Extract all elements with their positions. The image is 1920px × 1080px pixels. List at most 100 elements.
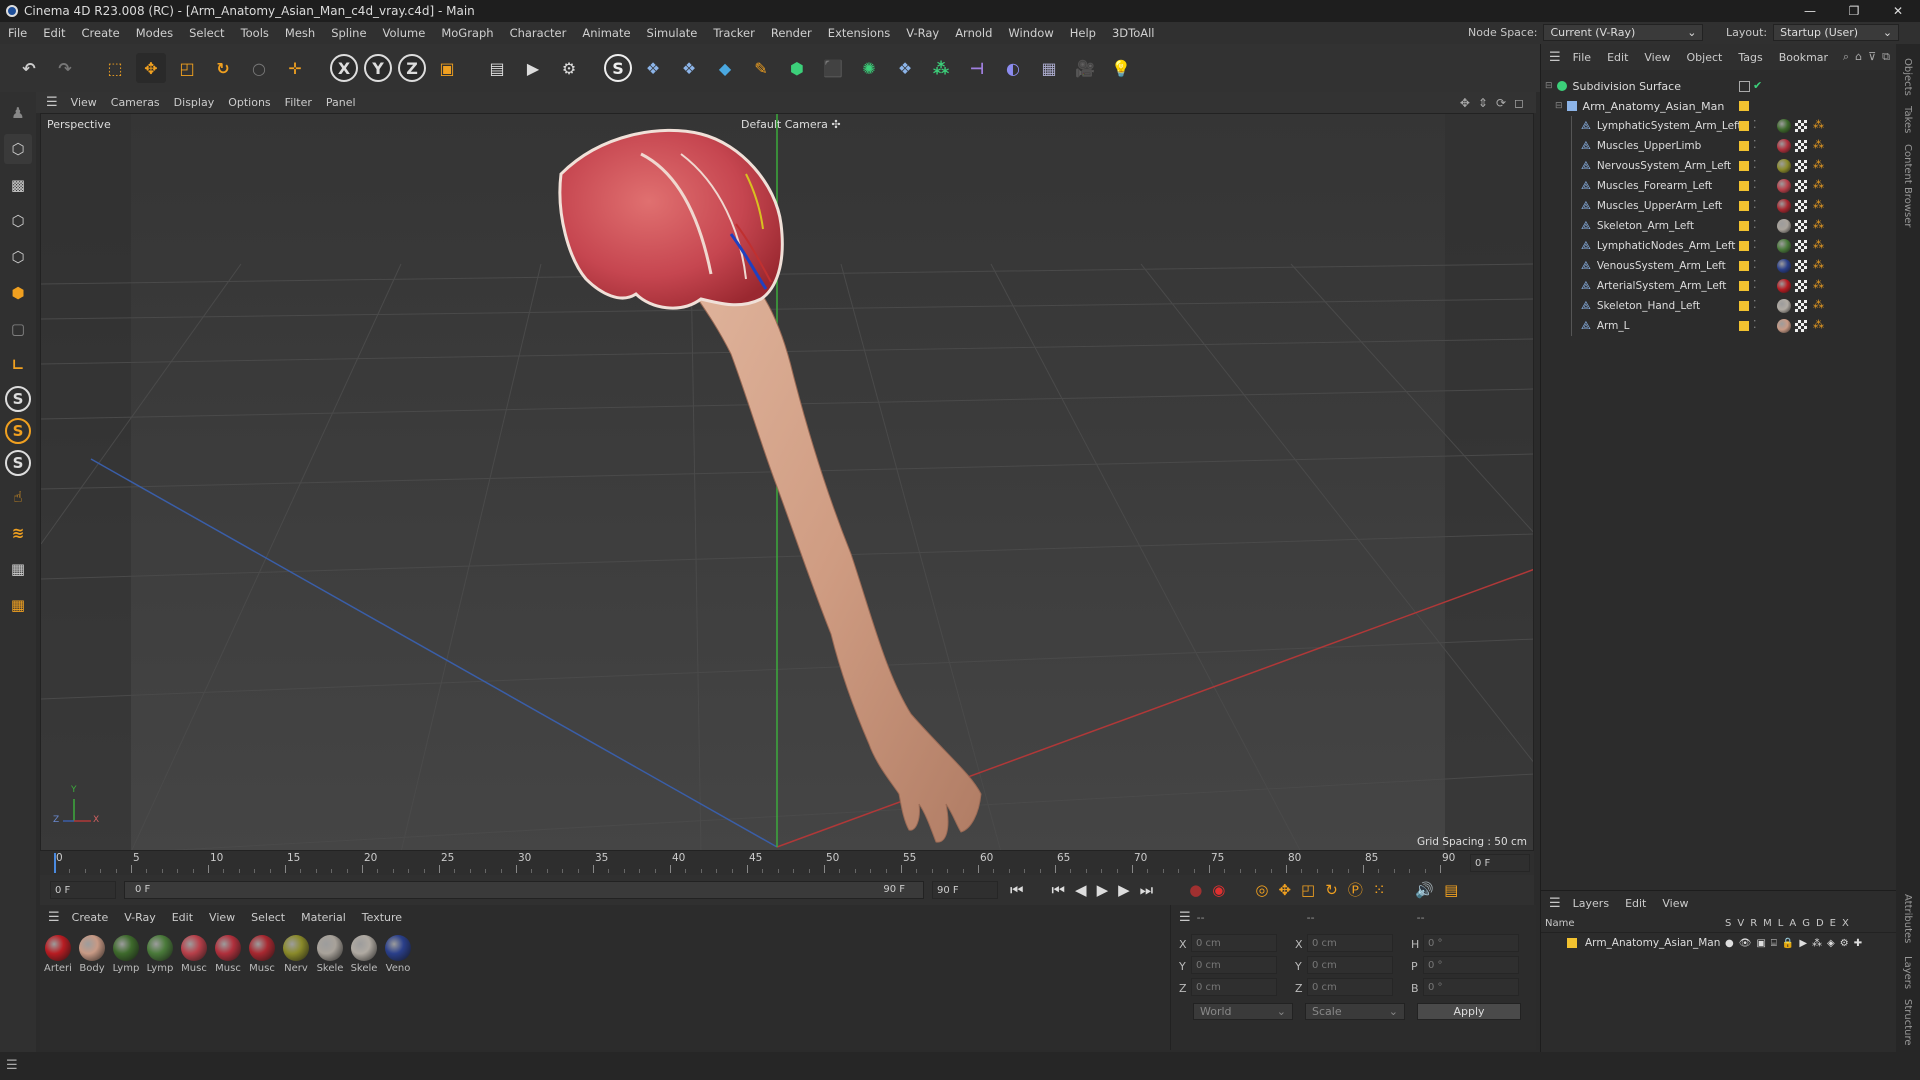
phong-tag-icon[interactable]: ⁂ xyxy=(1813,158,1824,171)
uvw-tag-icon[interactable] xyxy=(1795,260,1807,272)
material-tag-icon[interactable] xyxy=(1777,139,1791,153)
layer-col-x[interactable]: X xyxy=(1842,918,1849,929)
visibility-dots-icon[interactable]: ⁚ xyxy=(1753,318,1757,331)
checkmark-icon[interactable]: ✔ xyxy=(1753,79,1762,92)
coord-field[interactable]: 0 ° xyxy=(1423,978,1519,996)
current-frame-field[interactable]: 0 F xyxy=(1470,854,1530,872)
collapse-icon[interactable]: ⊟ xyxy=(1545,81,1553,91)
layer-col-e[interactable]: E xyxy=(1830,918,1836,929)
uvw-tag-icon[interactable] xyxy=(1795,320,1807,332)
menu-window[interactable]: Window xyxy=(1000,26,1061,40)
object-row[interactable]: ⟁ ArterialSystem_Arm_Left ⁚ ⁂ xyxy=(1541,276,1896,296)
render-picture-viewer-icon[interactable]: ▶ xyxy=(518,53,548,83)
object-row-group[interactable]: ⊟ Arm_Anatomy_Asian_Man xyxy=(1541,96,1896,116)
orbit-icon[interactable]: ⟳ xyxy=(1496,96,1506,110)
coord-field[interactable]: 0 ° xyxy=(1423,956,1519,974)
object-menu-file[interactable]: File xyxy=(1565,51,1599,64)
material-item[interactable]: Lymp xyxy=(110,935,142,974)
material-item[interactable]: Lymp xyxy=(144,935,176,974)
node-space-select[interactable]: Current (V-Ray) ⌄ xyxy=(1543,24,1704,41)
home-icon[interactable]: ⌂ xyxy=(1855,50,1862,64)
menu-modes[interactable]: Modes xyxy=(128,26,181,40)
render-icon[interactable]: ▣ xyxy=(1756,938,1765,949)
python-icon[interactable]: ❖ xyxy=(638,53,668,83)
phong-tag-icon[interactable]: ⁂ xyxy=(1813,278,1824,291)
layer-col-r[interactable]: R xyxy=(1750,918,1757,929)
menu-extensions[interactable]: Extensions xyxy=(820,26,898,40)
coord-field[interactable]: 0 cm xyxy=(1307,978,1393,996)
next-frame-icon[interactable]: ▶ xyxy=(1118,881,1130,899)
floor-icon[interactable]: ▦ xyxy=(1034,53,1064,83)
material-menu-select[interactable]: Select xyxy=(243,911,293,924)
menu-volume[interactable]: Volume xyxy=(375,26,434,40)
visibility-dots-icon[interactable]: ⁚ xyxy=(1753,178,1757,191)
uvw-tag-icon[interactable] xyxy=(1795,280,1807,292)
visibility-dots-icon[interactable]: ⁚ xyxy=(1753,238,1757,251)
material-item[interactable]: Nerv xyxy=(280,935,312,974)
material-tag-icon[interactable] xyxy=(1777,239,1791,253)
python-icon-3[interactable]: ❖ xyxy=(890,53,920,83)
locked-workplane-icon[interactable]: ▦ xyxy=(4,590,32,620)
generators-icon[interactable]: ⁂ xyxy=(1812,938,1822,949)
layer-col-g[interactable]: G xyxy=(1802,918,1810,929)
viewport-perspective[interactable]: Perspective Default Camera ✣ Grid Spacin… xyxy=(40,113,1534,851)
apply-button[interactable]: Apply xyxy=(1417,1003,1521,1020)
axis-mode-icon[interactable]: ∟ xyxy=(4,350,32,380)
restore-button[interactable]: ❐ xyxy=(1832,0,1876,22)
visibility-dots-icon[interactable]: ⁚ xyxy=(1753,158,1757,171)
uv-mode-icon[interactable]: ▢ xyxy=(4,314,32,344)
object-row-root[interactable]: ⊟ Subdivision Surface ✔ xyxy=(1541,76,1896,96)
edit-toggle-icon[interactable] xyxy=(1739,81,1750,92)
sound-icon[interactable]: 🔊 xyxy=(1415,881,1434,899)
object-row[interactable]: ⟁ Muscles_UpperLimb ⁚ ⁂ xyxy=(1541,136,1896,156)
tab-takes[interactable]: Takes xyxy=(1902,106,1913,133)
layer-col-v[interactable]: V xyxy=(1737,918,1744,929)
menu-animate[interactable]: Animate xyxy=(574,26,638,40)
layout-select[interactable]: Startup (User) ⌄ xyxy=(1773,24,1900,41)
mograph-icon[interactable]: ⁂ xyxy=(926,53,956,83)
tab-structure[interactable]: Structure xyxy=(1902,999,1913,1046)
menu-render[interactable]: Render xyxy=(763,26,820,40)
viewport-menu-panel[interactable]: Panel xyxy=(319,96,363,109)
pan-icon[interactable]: ✥ xyxy=(1460,96,1470,110)
material-item[interactable]: Skele xyxy=(314,935,346,974)
object-menu-bookmar[interactable]: Bookmar xyxy=(1771,51,1836,64)
lock-icon[interactable]: 🔒 xyxy=(1782,938,1794,949)
key-rotation-icon[interactable]: ↻ xyxy=(1325,881,1338,899)
redo-icon[interactable]: ↷ xyxy=(50,53,80,83)
keyframe-icon[interactable]: ◎ xyxy=(1255,881,1268,899)
viewport-menu-view[interactable]: View xyxy=(64,96,104,109)
object-row[interactable]: ⟁ Skeleton_Hand_Left ⁚ ⁂ xyxy=(1541,296,1896,316)
menu-file[interactable]: File xyxy=(0,26,35,40)
menu-tools[interactable]: Tools xyxy=(233,26,277,40)
material-menu-create[interactable]: Create xyxy=(64,911,117,924)
goto-start-icon[interactable]: ⏮ xyxy=(1010,881,1024,899)
key-scale-icon[interactable]: ◰ xyxy=(1301,881,1315,899)
menu-icon[interactable]: ☰ xyxy=(6,1058,18,1073)
material-tag-icon[interactable] xyxy=(1777,219,1791,233)
menu-edit[interactable]: Edit xyxy=(35,26,73,40)
material-tag-icon[interactable] xyxy=(1777,199,1791,213)
search-icon[interactable]: ⌕ xyxy=(1843,50,1849,64)
visibility-dots-icon[interactable]: ⁚ xyxy=(1753,138,1757,151)
subdivision-icon[interactable]: ⬢ xyxy=(782,53,812,83)
material-item[interactable]: Arteri xyxy=(42,935,74,974)
uvw-tag-icon[interactable] xyxy=(1795,220,1807,232)
object-menu-object[interactable]: Object xyxy=(1679,51,1731,64)
menu-simulate[interactable]: Simulate xyxy=(639,26,706,40)
visibility-dots-icon[interactable]: ⁚ xyxy=(1753,258,1757,271)
object-row[interactable]: ⟁ Muscles_Forearm_Left ⁚ ⁂ xyxy=(1541,176,1896,196)
field-icon[interactable]: ◐ xyxy=(998,53,1028,83)
phong-tag-icon[interactable]: ⁂ xyxy=(1813,178,1824,191)
polygons-mode-icon[interactable]: ⬢ xyxy=(4,278,32,308)
model-mode-icon[interactable]: ⬡ xyxy=(4,134,32,164)
prev-frame-icon[interactable]: ◀ xyxy=(1075,881,1087,899)
key-pla-icon[interactable]: ⁙ xyxy=(1373,881,1386,899)
layer-col-s[interactable]: S xyxy=(1725,918,1731,929)
xref-icon[interactable]: ✚ xyxy=(1854,938,1862,949)
minimize-button[interactable]: — xyxy=(1788,0,1832,22)
end-frame-field[interactable]: 90 F xyxy=(932,881,998,899)
object-menu-edit[interactable]: Edit xyxy=(1599,51,1636,64)
animation-icon[interactable]: ▶ xyxy=(1799,938,1807,949)
prev-key-icon[interactable]: ⏮ xyxy=(1052,881,1066,899)
